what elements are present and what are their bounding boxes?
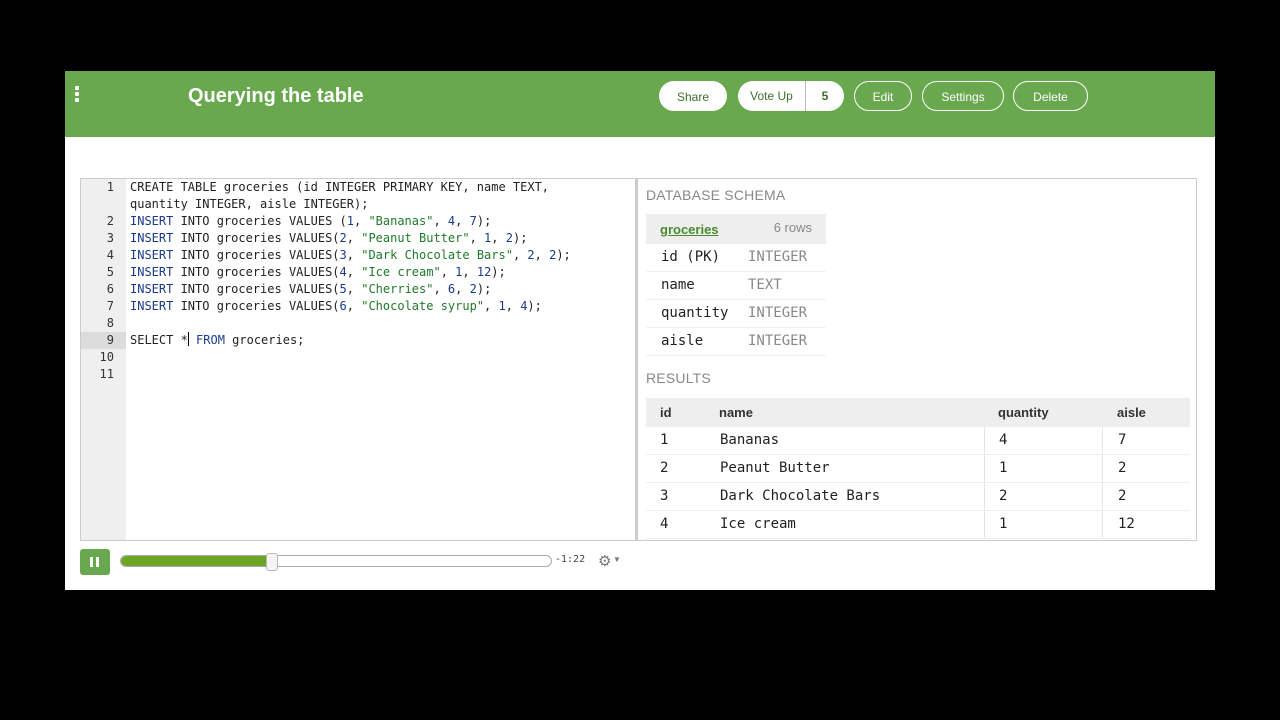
settings-button[interactable]: Settings <box>922 81 1004 111</box>
line-number-gutter: 1 2 3 4 5 6 7 8 9 10 11 <box>81 179 126 540</box>
progress-track[interactable] <box>120 555 552 567</box>
page-title: Querying the table <box>188 85 364 107</box>
time-remaining: -1:22 <box>555 554 586 565</box>
code-line: INSERT INTO groceries VALUES(6, "Chocola… <box>130 299 542 313</box>
gear-icon[interactable]: ⚙ <box>598 552 611 570</box>
share-button[interactable]: Share <box>659 81 727 111</box>
vote-up-label: Vote Up <box>738 81 806 111</box>
schema-column-row: aisle INTEGER <box>646 328 826 356</box>
code-line: INSERT INTO groceries VALUES(5, "Cherrie… <box>130 282 492 296</box>
schema-column-row: name TEXT <box>646 272 826 300</box>
results-header-id: id <box>660 405 672 420</box>
schema-table-name-link[interactable]: groceries <box>660 222 719 237</box>
delete-button[interactable]: Delete <box>1013 81 1088 111</box>
chevron-down-icon[interactable]: ▼ <box>613 555 621 564</box>
vote-up-button[interactable]: Vote Up 5 <box>738 81 844 111</box>
schema-column-row: quantity INTEGER <box>646 300 826 328</box>
table-row: 3 Dark Chocolate Bars 2 2 <box>646 483 1190 511</box>
line-number: 9 <box>106 333 114 347</box>
schema-section-label: DATABASE SCHEMA <box>646 187 786 203</box>
results-header-name: name <box>719 405 753 420</box>
code-editor[interactable]: 1 2 3 4 5 6 7 8 9 10 11 CREATE TABLE gro… <box>80 178 636 541</box>
code-line: quantity INTEGER, aisle INTEGER); <box>130 197 369 211</box>
code-line: INSERT INTO groceries VALUES(3, "Dark Ch… <box>130 248 571 262</box>
progress-handle[interactable] <box>266 553 278 571</box>
line-number: 1 <box>106 180 114 194</box>
line-number: 3 <box>106 231 114 245</box>
results-table: id name quantity aisle 1 Bananas 4 7 2 P… <box>646 398 1190 539</box>
line-number: 11 <box>99 367 114 381</box>
results-header-quantity: quantity <box>998 405 1049 420</box>
menu-dots-icon[interactable] <box>75 86 81 106</box>
pause-button[interactable] <box>80 549 110 575</box>
table-row: 4 Ice cream 1 12 <box>646 511 1190 539</box>
edit-button[interactable]: Edit <box>854 81 912 111</box>
line-number: 4 <box>106 248 114 262</box>
code-line: INSERT INTO groceries VALUES(4, "Ice cre… <box>130 265 506 279</box>
results-header-row: id name quantity aisle <box>646 398 1190 427</box>
schema-column-row: id (PK) INTEGER <box>646 244 826 272</box>
code-area[interactable]: CREATE TABLE groceries (id INTEGER PRIMA… <box>130 179 571 366</box>
line-number: 6 <box>106 282 114 296</box>
app-frame: Querying the table Share Vote Up 5 Edit … <box>65 71 1215 590</box>
output-panel: DATABASE SCHEMA groceries 6 rows id (PK)… <box>636 178 1197 541</box>
line-number: 10 <box>99 350 114 364</box>
results-header-aisle: aisle <box>1117 405 1146 420</box>
pause-icon <box>90 557 93 567</box>
line-number: 5 <box>106 265 114 279</box>
table-row: 1 Bananas 4 7 <box>646 427 1190 455</box>
line-number: 2 <box>106 214 114 228</box>
table-row: 2 Peanut Butter 1 2 <box>646 455 1190 483</box>
line-number: 7 <box>106 299 114 313</box>
code-line: INSERT INTO groceries VALUES (1, "Banana… <box>130 214 492 228</box>
playback-bar: -1:22 ⚙ ▼ <box>65 546 1215 586</box>
results-section-label: RESULTS <box>646 370 711 386</box>
schema-table-header: groceries 6 rows <box>646 214 826 244</box>
vote-count: 5 <box>821 89 829 103</box>
progress-fill <box>121 556 272 566</box>
top-bar: Querying the table Share Vote Up 5 Edit … <box>65 71 1215 137</box>
code-line: SELECT * FROM groceries; <box>130 332 305 347</box>
schema-row-count: 6 rows <box>773 220 812 235</box>
text-cursor <box>187 332 189 346</box>
code-line: INSERT INTO groceries VALUES(2, "Peanut … <box>130 231 528 245</box>
code-line: CREATE TABLE groceries (id INTEGER PRIMA… <box>130 180 550 194</box>
schema-table: groceries 6 rows id (PK) INTEGER name TEXT… <box>646 214 826 356</box>
line-number: 8 <box>106 316 114 330</box>
active-line-highlight <box>81 332 126 349</box>
